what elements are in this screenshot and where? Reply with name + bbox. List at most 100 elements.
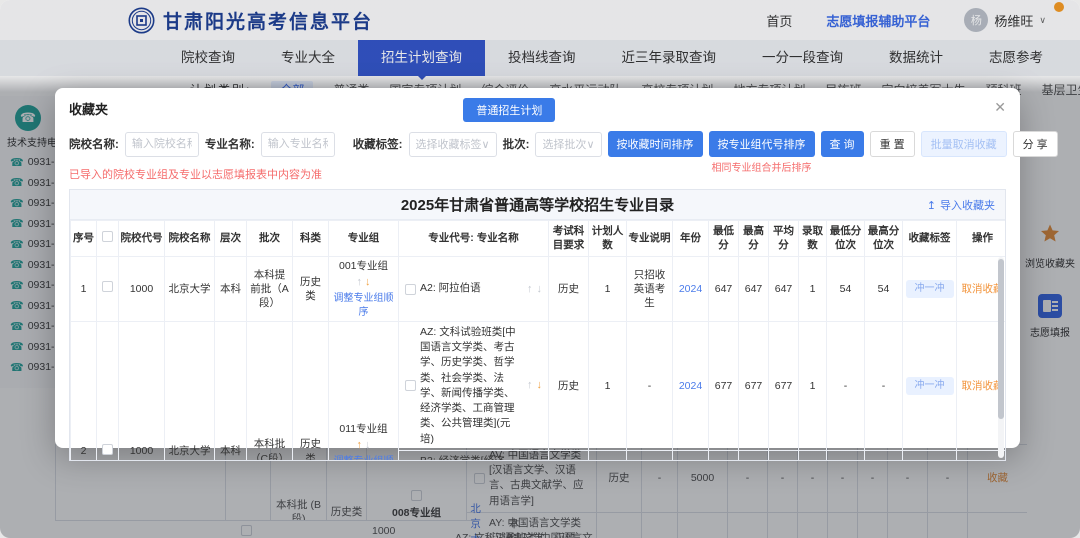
chevron-down-icon: ∨ <box>586 138 594 151</box>
select-all-checkbox[interactable] <box>102 231 113 242</box>
move-down-icon[interactable]: ↓ <box>537 282 543 297</box>
major-name: AZ: 文科试验班类[中国语言文学类、考古学、历史学类、哲学类、社会学类、法学、… <box>420 325 523 447</box>
plan-option[interactable]: 基层卫生专项 <box>1042 81 1080 98</box>
import-note: 已导入的院校专业组及专业以志愿填报表中内容为准 <box>69 166 1006 182</box>
row-checkbox[interactable] <box>474 473 485 484</box>
chevron-down-icon: ∨ <box>1039 15 1046 26</box>
fill-volunteer-button[interactable]: 志愿填报 <box>1030 294 1070 339</box>
year-link[interactable]: 2024 <box>679 283 702 295</box>
tab-data-statistics[interactable]: 数据统计 <box>866 40 966 76</box>
major-name-input[interactable] <box>261 132 335 157</box>
phone-icon: ☎ <box>10 176 24 189</box>
phone-icon: ☎ <box>10 258 24 271</box>
user-menu[interactable]: 杨 杨维旺 ∨ <box>964 8 1046 32</box>
sort-by-group-button[interactable]: 按专业组代号排序 <box>709 131 815 157</box>
side-float-panel: 浏览收藏夹 志愿填报 <box>1020 206 1080 355</box>
site-title: 甘肃阳光高考信息平台 <box>163 7 373 34</box>
close-icon[interactable]: ✕ <box>994 99 1006 115</box>
major-name: A2: 阿拉伯语 <box>420 281 523 296</box>
major-group-cell: 001专业组 ↑ ↓ 调整专业组顺序 <box>329 257 399 322</box>
row-checkbox[interactable] <box>411 490 422 501</box>
phone-icon: ☎ <box>10 156 24 169</box>
tab-school-query[interactable]: 院校查询 <box>158 40 258 76</box>
scrollbar[interactable] <box>998 257 1004 458</box>
star-icon <box>1038 222 1062 249</box>
user-name: 杨维旺 <box>994 11 1033 30</box>
major-group-cell: 011专业组 ↑ ↓ 调整专业组顺序 <box>329 322 399 461</box>
major-name-label: 专业名称: <box>205 136 255 152</box>
sort-note: 相同专业组合并后排序 <box>712 159 812 174</box>
move-up-icon[interactable]: ↑ <box>527 282 533 297</box>
favorite-tag-select[interactable]: 选择收藏标签 ∨ <box>409 132 497 157</box>
table-row: 1 1000 北京大学 本科 本科提前批（A段） 历史类 001专业组 ↑ ↓ … <box>71 257 1007 322</box>
favorite-tag-label: 收藏标签: <box>353 136 403 152</box>
move-down-icon[interactable]: ↓ <box>365 276 371 288</box>
sort-by-time-button[interactable]: 按收藏时间排序 <box>608 131 703 157</box>
phone-icon: ☎ <box>10 361 24 374</box>
year-link[interactable]: 2024 <box>679 380 702 392</box>
favorites-modal: 收藏夹 普通招生计划 ✕ 院校名称: 专业名称: 收藏标签: 选择收藏标签 ∨ … <box>55 88 1020 448</box>
tab-major-catalog[interactable]: 专业大全 <box>258 40 358 76</box>
school-name-input[interactable] <box>125 132 199 157</box>
tab-admission-line[interactable]: 投档线查询 <box>485 40 599 76</box>
top-header: 甘肃阳光高考信息平台 首页 志愿填报辅助平台 杨 杨维旺 ∨ <box>0 0 1080 40</box>
favorites-table: 2025年甘肃省普通高等学校招生专业目录 ↥ 导入收藏夹 序号 院校代 <box>69 189 1006 461</box>
reset-button[interactable]: 重 置 <box>870 131 915 157</box>
tab-volunteer-reference[interactable]: 志愿参考 <box>966 40 1066 76</box>
row-checkbox[interactable] <box>102 281 113 292</box>
adjust-group-order-link[interactable]: 调整专业组顺序 <box>331 292 396 319</box>
tab-enrollment-plan[interactable]: 招生计划查询 <box>358 40 485 76</box>
favorite-link[interactable]: 收藏 <box>987 472 1008 484</box>
table-row: 1000 北京大学 本科 <box>55 520 475 538</box>
table-header-row: 序号 院校代号 院校名称 层次 批次 科类 专业组 专业代号: 专业名称 考试科… <box>71 221 1007 257</box>
adjust-group-order-link[interactable]: 调整专业组顺序 <box>331 455 396 461</box>
move-down-icon[interactable]: ↓ <box>537 378 543 393</box>
notification-dot <box>1054 2 1064 12</box>
table-row: 2 1000 北京大学 本科 本科批（C段） 历史类 011专业组 ↑ ↓ 调整… <box>71 322 1007 451</box>
phone-icon: ☎ <box>10 279 24 292</box>
school-name-label: 院校名称: <box>69 136 119 152</box>
modal-filter-bar: 院校名称: 专业名称: 收藏标签: 选择收藏标签 ∨ 批次: 选择批次 ∨ 按收… <box>69 131 1006 157</box>
phone-icon: ☎ <box>10 340 24 353</box>
modal-title: 收藏夹 <box>69 102 108 117</box>
phone-icon: ☎ <box>10 299 24 312</box>
favorite-tag-badge: 冲一冲 <box>906 280 954 298</box>
phone-icon: ☎ <box>10 217 24 230</box>
avatar: 杨 <box>964 8 988 32</box>
row-checkbox[interactable] <box>241 525 252 536</box>
phone-icon: ☎ <box>10 197 24 210</box>
row-checkbox[interactable] <box>102 444 113 455</box>
phone-icon: ☎ <box>10 238 24 251</box>
import-favorites-link[interactable]: ↥ 导入收藏夹 <box>927 190 995 220</box>
form-icon <box>1038 294 1062 318</box>
tab-score-segment[interactable]: 一分一段查询 <box>739 40 866 76</box>
major-name: B3: 经济学类[经济学、金融学、国际经济与贸易、财政学] <box>420 454 523 461</box>
bg-partial-major: AZ: 文科试验班类[中国语言文 <box>455 530 593 538</box>
site-logo-icon <box>128 7 155 34</box>
table-title: 2025年甘肃省普通高等学校招生专业目录 <box>401 194 674 215</box>
move-up-icon[interactable]: ↑ <box>357 276 363 288</box>
share-button[interactable]: 分 享 <box>1013 131 1058 157</box>
move-up-icon[interactable]: ↑ <box>357 439 363 451</box>
headset-icon: ☎ <box>15 105 41 131</box>
batch-select[interactable]: 选择批次 ∨ <box>535 132 601 157</box>
batch-cancel-button[interactable]: 批量取消收藏 <box>921 131 1007 157</box>
home-link[interactable]: 首页 <box>766 11 792 30</box>
plan-type-badge[interactable]: 普通招生计划 <box>463 98 555 122</box>
move-down-icon[interactable]: ↓ <box>365 439 371 451</box>
row-checkbox[interactable] <box>405 284 416 295</box>
scrollbar-thumb[interactable] <box>998 259 1004 419</box>
browse-favorites-button[interactable]: 浏览收藏夹 <box>1025 222 1075 270</box>
tab-three-year-admission[interactable]: 近三年录取查询 <box>599 40 740 76</box>
batch-label: 批次: <box>503 136 530 152</box>
page: 甘肃阳光高考信息平台 首页 志愿填报辅助平台 杨 杨维旺 ∨ 院校查询 专业大全… <box>0 0 1080 538</box>
move-up-icon[interactable]: ↑ <box>527 378 533 393</box>
row-checkbox[interactable] <box>405 380 416 391</box>
main-nav: 院校查询 专业大全 招生计划查询 投档线查询 近三年录取查询 一分一段查询 数据… <box>0 40 1080 76</box>
phone-icon: ☎ <box>10 320 24 333</box>
upload-icon: ↥ <box>927 199 936 212</box>
chevron-down-icon: ∨ <box>482 138 490 151</box>
query-button[interactable]: 查 询 <box>821 131 864 157</box>
brand: 甘肃阳光高考信息平台 <box>128 7 373 34</box>
assist-platform-link[interactable]: 志愿填报辅助平台 <box>826 11 930 30</box>
